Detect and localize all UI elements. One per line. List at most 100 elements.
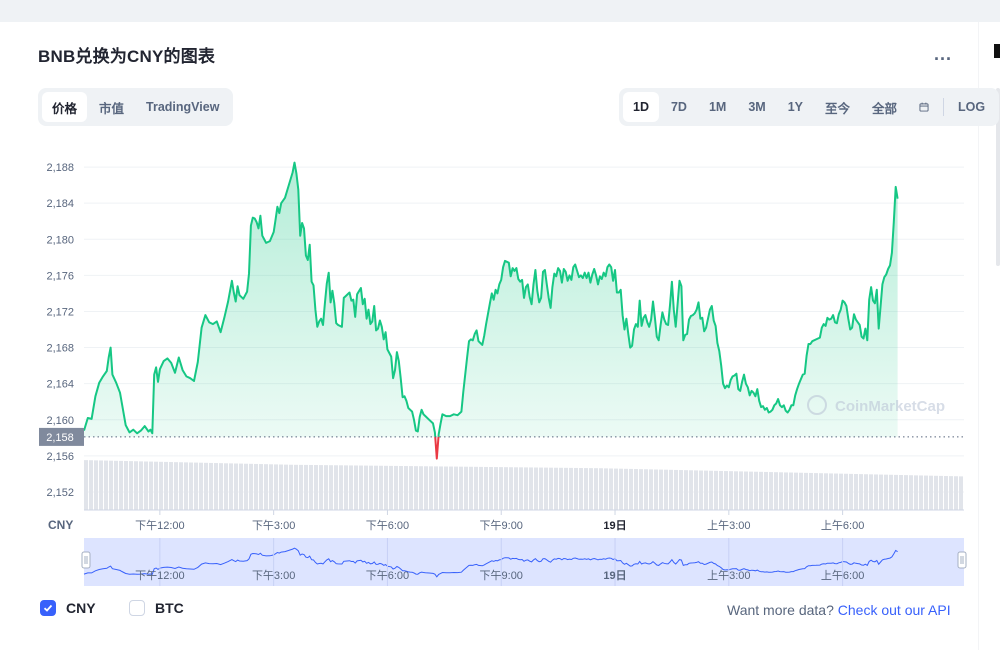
volume-bar xyxy=(709,470,713,510)
volume-bar xyxy=(894,474,898,510)
volume-bar xyxy=(784,472,788,510)
volume-bar xyxy=(489,467,493,510)
volume-bar xyxy=(814,473,818,510)
volume-bar xyxy=(129,461,133,510)
navigator-tick-label: 上午6:00 xyxy=(821,569,864,582)
volume-bar xyxy=(919,475,923,510)
volume-bar xyxy=(99,460,103,510)
volume-bar xyxy=(654,469,658,510)
x-tick-label: 上午3:00 xyxy=(707,519,750,532)
volume-bar xyxy=(804,472,808,510)
volume-bar xyxy=(754,471,758,510)
navigator-handle-right[interactable] xyxy=(957,551,967,569)
volume-bar xyxy=(559,467,563,510)
volume-bar xyxy=(304,464,308,510)
volume-bar xyxy=(794,472,798,510)
volume-bar xyxy=(789,472,793,510)
volume-bar xyxy=(899,475,903,510)
volume-bar xyxy=(679,470,683,510)
btc-checkbox[interactable] xyxy=(129,600,145,616)
x-tick-label: 下午9:00 xyxy=(480,519,523,532)
volume-bar xyxy=(469,466,473,510)
volume-bar xyxy=(459,466,463,510)
volume-bar xyxy=(384,465,388,510)
x-tick-label: 下午12:00 xyxy=(135,519,185,532)
volume-bar xyxy=(259,464,263,510)
legend-cny[interactable]: CNY xyxy=(40,600,96,616)
volume-bar xyxy=(229,463,233,510)
volume-bar xyxy=(339,465,343,510)
volume-bar xyxy=(124,461,128,510)
volume-bar xyxy=(349,465,353,510)
volume-bar xyxy=(319,465,323,510)
volume-bar xyxy=(179,462,183,510)
volume-bar xyxy=(274,464,278,510)
volume-bar xyxy=(479,466,483,510)
volume-bar xyxy=(224,463,228,510)
y-tick-label: 2,188 xyxy=(46,162,74,174)
volume-bar xyxy=(839,473,843,510)
navigator-tick-label: 上午3:00 xyxy=(707,569,750,582)
price-chart[interactable]: 2,152 2,156 2,160 2,164 2,168 2,172 2,176 2,180… xyxy=(0,0,1000,600)
volume-bar xyxy=(494,467,498,510)
volume-bar xyxy=(664,469,668,510)
volume-bar xyxy=(364,465,368,510)
y-tick-label: 2,180 xyxy=(46,234,74,246)
volume-bar xyxy=(879,474,883,510)
volume-bar xyxy=(249,463,253,510)
volume-bar xyxy=(289,464,293,510)
navigator-handle-left[interactable] xyxy=(81,551,91,569)
volume-bar xyxy=(554,467,558,510)
api-promo: Want more data? Check out our API xyxy=(727,602,951,618)
volume-bar xyxy=(844,473,848,510)
volume-bar xyxy=(819,473,823,510)
volume-bar xyxy=(909,475,913,510)
volume-bar xyxy=(659,469,663,510)
navigator-tick-label: 下午12:00 xyxy=(135,569,185,582)
volume-bar xyxy=(214,463,218,510)
volume-bar xyxy=(449,466,453,510)
volume-bar xyxy=(144,461,148,510)
volume-bar xyxy=(939,475,943,510)
volume-bar xyxy=(544,467,548,510)
volume-bar xyxy=(859,474,863,510)
volume-bar xyxy=(299,464,303,510)
api-text: Want more data? xyxy=(727,602,834,618)
volume-bar xyxy=(539,467,543,510)
volume-bar xyxy=(954,476,958,510)
volume-bar xyxy=(379,465,383,510)
cny-label: CNY xyxy=(66,600,96,616)
volume-bar xyxy=(699,470,703,510)
api-link[interactable]: Check out our API xyxy=(838,602,951,618)
y-tick-label: 2,156 xyxy=(46,451,74,463)
volume-bar xyxy=(314,465,318,510)
volume-bar xyxy=(724,471,728,510)
volume-bar xyxy=(864,474,868,510)
volume-bar xyxy=(324,465,328,510)
volume-bar xyxy=(519,467,523,510)
cny-checkbox[interactable] xyxy=(40,600,56,616)
volume-bar xyxy=(284,464,288,510)
volume-bar xyxy=(944,476,948,510)
volume-bar xyxy=(644,469,648,510)
volume-bar xyxy=(594,468,598,510)
volume-bar xyxy=(834,473,838,510)
navigator-handle-body xyxy=(957,551,967,569)
volume-bar xyxy=(264,464,268,510)
volume-bar xyxy=(949,476,953,510)
volume-bar xyxy=(114,460,118,510)
navigator-handle-body xyxy=(81,551,91,569)
volume-bar xyxy=(574,467,578,510)
volume-bar xyxy=(89,460,93,510)
volume-bar xyxy=(119,460,123,510)
legend-btc[interactable]: BTC xyxy=(129,600,184,616)
volume-bar xyxy=(234,463,238,510)
volume-bar xyxy=(604,468,608,510)
volume-bar xyxy=(824,473,828,510)
volume-bar xyxy=(414,466,418,510)
volume-bar xyxy=(799,472,803,510)
baseline-label: 2,158 xyxy=(46,432,74,444)
navigator-tick-label: 下午9:00 xyxy=(480,569,523,582)
volume-bar xyxy=(734,471,738,510)
volume-bar xyxy=(739,471,743,510)
